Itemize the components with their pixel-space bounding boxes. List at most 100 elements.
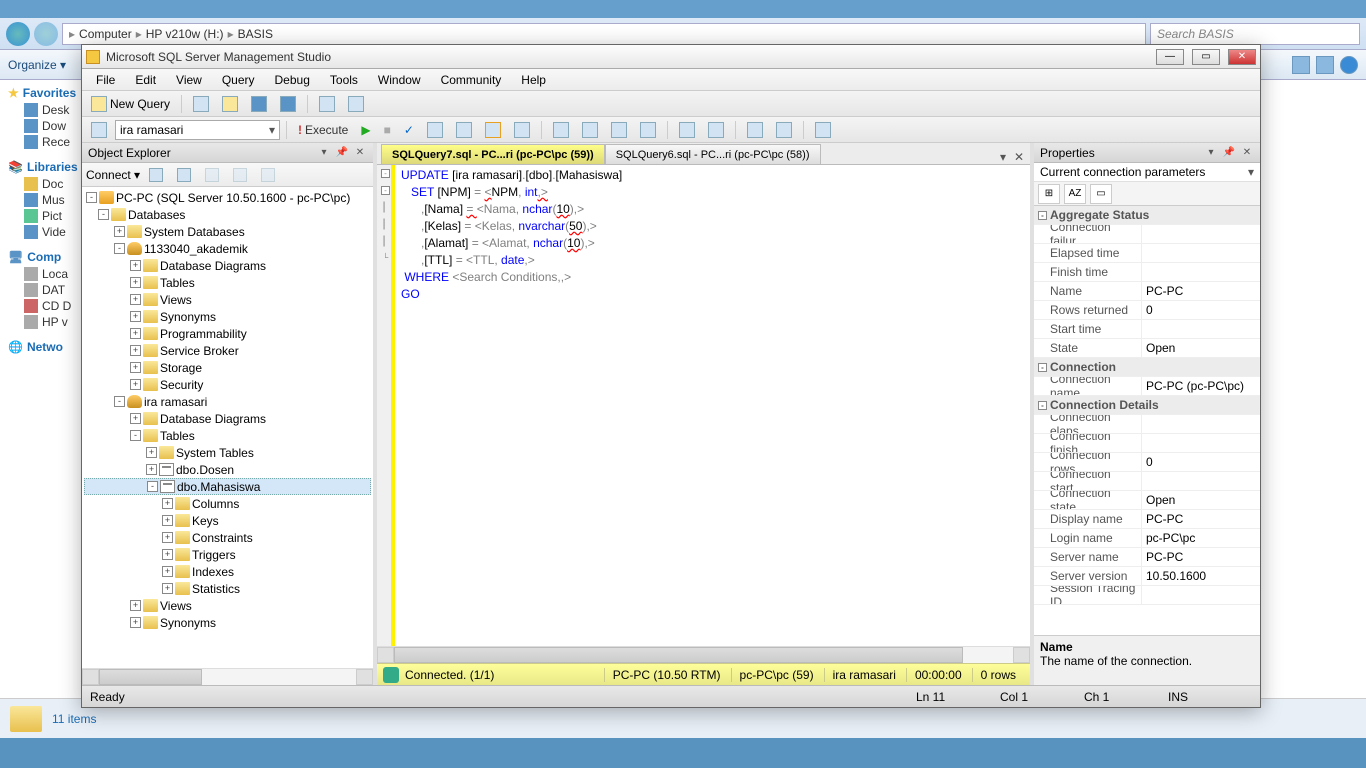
props-alpha-icon[interactable]: AZ xyxy=(1064,184,1086,204)
help-icon[interactable] xyxy=(1340,56,1358,74)
tree-node[interactable]: +Synonyms xyxy=(84,308,371,325)
prop-row[interactable]: Elapsed time xyxy=(1034,244,1260,263)
props-pin-icon[interactable]: 📌 xyxy=(1222,146,1236,160)
tab-overflow-icon[interactable]: ▾ xyxy=(996,150,1010,164)
new-file-icon[interactable] xyxy=(188,94,214,114)
more-icon[interactable] xyxy=(703,120,729,140)
tree-node[interactable]: +Triggers xyxy=(84,546,371,563)
prop-row[interactable]: Connection failur xyxy=(1034,225,1260,244)
menu-query[interactable]: Query xyxy=(214,71,263,89)
oe-filter2-icon[interactable] xyxy=(228,165,252,185)
tree-node[interactable]: +Keys xyxy=(84,512,371,529)
prop-row[interactable]: Start time xyxy=(1034,320,1260,339)
prop-category[interactable]: -Connection xyxy=(1034,358,1260,377)
stop-icon[interactable]: ■ xyxy=(379,120,396,140)
object-explorer-tree[interactable]: -PC-PC (SQL Server 10.50.1600 - pc-PC\pc… xyxy=(82,187,373,668)
prop-row[interactable]: Server namePC-PC xyxy=(1034,548,1260,567)
forward-button[interactable] xyxy=(34,22,58,46)
results-file-icon[interactable] xyxy=(509,120,535,140)
database-selector[interactable]: ira ramasari▾ xyxy=(115,120,280,140)
props-subtitle[interactable]: Current connection parameters▾ xyxy=(1034,163,1260,182)
menu-debug[interactable]: Debug xyxy=(267,71,318,89)
tree-node[interactable]: +Columns xyxy=(84,495,371,512)
tree-node[interactable]: +Tables xyxy=(84,274,371,291)
menu-community[interactable]: Community xyxy=(433,71,510,89)
results-text-icon[interactable] xyxy=(451,120,477,140)
menu-file[interactable]: File xyxy=(88,71,123,89)
prop-category[interactable]: -Connection Details xyxy=(1034,396,1260,415)
tree-node[interactable]: +Storage xyxy=(84,359,371,376)
plan-icon[interactable] xyxy=(422,120,448,140)
prop-row[interactable]: Connection finish xyxy=(1034,434,1260,453)
props-close-icon[interactable]: ✕ xyxy=(1240,146,1254,160)
menu-view[interactable]: View xyxy=(168,71,210,89)
prop-row[interactable]: Server version10.50.1600 xyxy=(1034,567,1260,586)
prop-row[interactable]: Connection stateOpen xyxy=(1034,491,1260,510)
registered-servers-icon[interactable] xyxy=(343,94,369,114)
oe-refresh-icon[interactable] xyxy=(144,165,168,185)
prop-row[interactable]: Session Tracing ID xyxy=(1034,586,1260,605)
oe-scrollbar[interactable] xyxy=(82,668,373,685)
prop-row[interactable]: Connection start xyxy=(1034,472,1260,491)
tree-node[interactable]: +Statistics xyxy=(84,580,371,597)
prop-row[interactable]: StateOpen xyxy=(1034,339,1260,358)
tree-node[interactable]: -Databases xyxy=(84,206,371,223)
tree-node[interactable]: +Service Broker xyxy=(84,342,371,359)
tree-node[interactable]: +Views xyxy=(84,291,371,308)
crumb-computer[interactable]: Computer xyxy=(79,27,132,41)
crumb-folder[interactable]: BASIS xyxy=(238,27,273,41)
prop-row[interactable]: Connection rows0 xyxy=(1034,453,1260,472)
sql-editor[interactable]: - - | | | └ UPDATE [ira ramasari].[dbo].… xyxy=(377,165,1030,646)
tree-node[interactable]: +Programmability xyxy=(84,325,371,342)
oe-dropdown-icon[interactable]: ▾ xyxy=(317,146,331,160)
tree-node[interactable]: +Constraints xyxy=(84,529,371,546)
save-icon[interactable] xyxy=(246,94,272,114)
tree-node[interactable]: +Database Diagrams xyxy=(84,410,371,427)
font-icon[interactable] xyxy=(810,120,836,140)
tree-node[interactable]: +Indexes xyxy=(84,563,371,580)
prop-row[interactable]: Rows returned0 xyxy=(1034,301,1260,320)
prop-row[interactable]: NamePC-PC xyxy=(1034,282,1260,301)
new-query-button[interactable]: New Query xyxy=(86,94,175,114)
tree-node[interactable]: -dbo.Mahasiswa xyxy=(84,478,371,495)
indent-dec-icon[interactable] xyxy=(771,120,797,140)
menu-help[interactable]: Help xyxy=(513,71,554,89)
tree-node[interactable]: -1133040_akademik xyxy=(84,240,371,257)
tree-server[interactable]: -PC-PC (SQL Server 10.50.1600 - pc-PC\pc… xyxy=(84,189,371,206)
spec-values-icon[interactable] xyxy=(674,120,700,140)
prop-category[interactable]: -Aggregate Status xyxy=(1034,206,1260,225)
prop-row[interactable]: Finish time xyxy=(1034,263,1260,282)
breadcrumb[interactable]: ▸ Computer▸ HP v210w (H:)▸ BASIS xyxy=(62,23,1146,45)
activity-icon[interactable] xyxy=(314,94,340,114)
open-file-icon[interactable] xyxy=(217,94,243,114)
execute-button[interactable]: ! Execute xyxy=(293,120,353,140)
change-conn-icon[interactable] xyxy=(86,120,112,140)
menu-tools[interactable]: Tools xyxy=(322,71,366,89)
prop-row[interactable]: Login namepc-PC\pc xyxy=(1034,529,1260,548)
indent-icon[interactable] xyxy=(606,120,632,140)
oe-close-icon[interactable]: ✕ xyxy=(353,146,367,160)
props-dropdown-icon[interactable]: ▾ xyxy=(1204,146,1218,160)
uncomment-icon[interactable] xyxy=(577,120,603,140)
menu-edit[interactable]: Edit xyxy=(127,71,164,89)
props-pages-icon[interactable]: ▭ xyxy=(1090,184,1112,204)
tree-node[interactable]: +Database Diagrams xyxy=(84,257,371,274)
ssms-close[interactable]: ✕ xyxy=(1228,49,1256,65)
menu-window[interactable]: Window xyxy=(370,71,429,89)
save-all-icon[interactable] xyxy=(275,94,301,114)
ssms-maximize[interactable]: ▭ xyxy=(1192,49,1220,65)
oe-pin-icon[interactable]: 📌 xyxy=(335,146,349,160)
preview-icon[interactable] xyxy=(1316,56,1334,74)
view-icon[interactable] xyxy=(1292,56,1310,74)
tree-node[interactable]: -ira ramasari xyxy=(84,393,371,410)
comment-icon[interactable] xyxy=(548,120,574,140)
tree-node[interactable]: +dbo.Dosen xyxy=(84,461,371,478)
outdent-icon[interactable] xyxy=(635,120,661,140)
props-categorized-icon[interactable]: ⊞ xyxy=(1038,184,1060,204)
debug-icon[interactable]: ▶ xyxy=(356,120,375,140)
ssms-titlebar[interactable]: Microsoft SQL Server Management Studio —… xyxy=(82,45,1260,69)
parse-icon[interactable]: ✓ xyxy=(399,120,419,140)
search-input[interactable]: Search BASIS xyxy=(1150,23,1360,45)
tree-node[interactable]: +System Tables xyxy=(84,444,371,461)
editor-scrollbar[interactable] xyxy=(377,646,1030,663)
